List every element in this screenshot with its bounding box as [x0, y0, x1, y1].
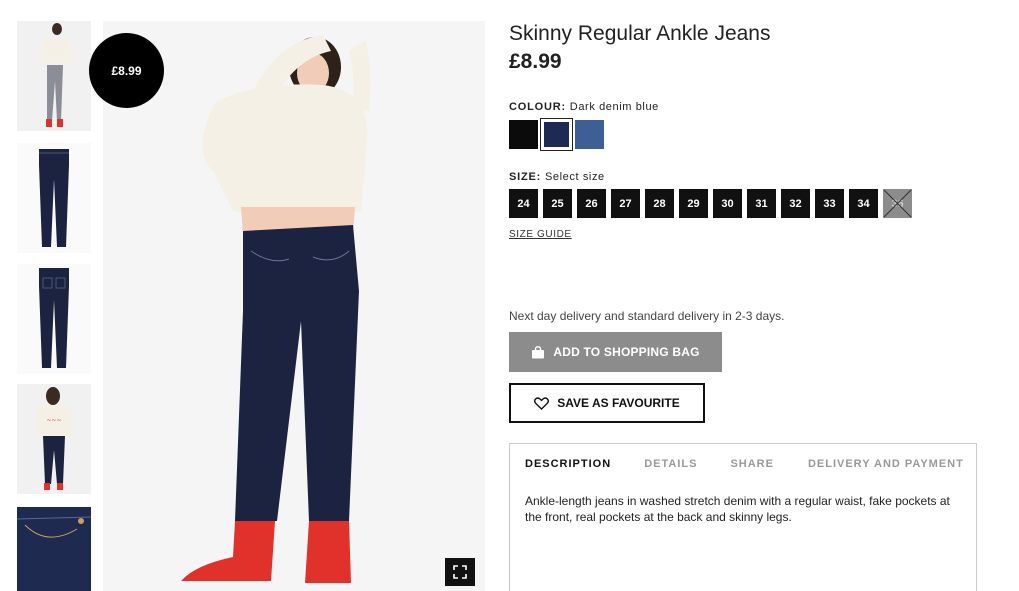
size-option[interactable]: 29	[679, 189, 708, 218]
tab-details[interactable]: DETAILS	[644, 458, 697, 470]
tab-bar: DESCRIPTION DETAILS SHARE DELIVERY AND P…	[510, 444, 976, 484]
size-option[interactable]: 28	[645, 189, 674, 218]
size-prompt: Select size	[544, 171, 605, 183]
jeans-back-thumb-image	[17, 264, 91, 374]
heart-icon	[534, 396, 550, 410]
swatch-denim-blue[interactable]	[575, 120, 604, 149]
size-option[interactable]: 27	[611, 189, 640, 218]
thumbnail-2[interactable]	[17, 143, 91, 253]
size-option[interactable]: 26	[577, 189, 606, 218]
thumbnail-4[interactable]: ~~~	[17, 384, 91, 494]
tab-description[interactable]: DESCRIPTION	[525, 458, 611, 470]
size-option[interactable]: 33	[815, 189, 844, 218]
size-option[interactable]: 32	[781, 189, 810, 218]
add-to-bag-label: ADD TO SHOPPING BAG	[553, 345, 700, 359]
size-option[interactable]: 31	[747, 189, 776, 218]
main-product-image[interactable]	[103, 21, 485, 591]
product-description: Ankle-length jeans in washed stretch den…	[525, 494, 950, 524]
swatch-dark-denim-blue[interactable]	[540, 118, 573, 151]
product-title: Skinny Regular Ankle Jeans	[509, 22, 771, 45]
size-row: SIZE: Select size	[509, 171, 605, 183]
size-label: SIZE:	[509, 171, 542, 183]
svg-text:~~~: ~~~	[46, 417, 61, 424]
thumbnail-5[interactable]	[17, 507, 91, 591]
model-wearing-jeans-image	[103, 21, 485, 591]
colour-label: COLOUR:	[509, 101, 566, 113]
product-price: £8.99	[509, 50, 562, 73]
colour-row: COLOUR: Dark denim blue	[509, 101, 659, 113]
jeans-front-thumb-image	[17, 143, 91, 253]
add-to-bag-button[interactable]: ADD TO SHOPPING BAG	[509, 332, 722, 372]
fullscreen-button[interactable]	[445, 558, 475, 586]
size-option[interactable]: 34	[849, 189, 878, 218]
swatch-black[interactable]	[509, 120, 538, 149]
tab-delivery-payment[interactable]: DELIVERY AND PAYMENT	[808, 458, 964, 470]
save-favourite-label: SAVE AS FAVOURITE	[557, 396, 680, 410]
model-back-thumb-image: ~~~	[17, 384, 91, 494]
tab-share[interactable]: SHARE	[730, 458, 774, 470]
unavailable-cross-icon	[883, 189, 912, 218]
size-option-unavailable[interactable]: 36	[883, 189, 912, 218]
size-option[interactable]: 24	[509, 189, 538, 218]
thumbnail-3[interactable]	[17, 264, 91, 374]
colour-selected-name: Dark denim blue	[569, 101, 659, 113]
fullscreen-icon	[453, 565, 467, 579]
denim-detail-thumb-image	[17, 507, 91, 591]
shopping-bag-icon	[532, 345, 545, 358]
model-front-thumb-image	[17, 21, 91, 131]
size-option[interactable]: 25	[543, 189, 572, 218]
colour-swatches	[509, 118, 604, 151]
size-options: 24 25 26 27 28 29 30 31 32 33 34 36	[509, 189, 912, 218]
size-guide-link[interactable]: SIZE GUIDE	[509, 229, 572, 240]
product-info-tabs: DESCRIPTION DETAILS SHARE DELIVERY AND P…	[509, 443, 977, 591]
size-option[interactable]: 30	[713, 189, 742, 218]
save-favourite-button[interactable]: SAVE AS FAVOURITE	[509, 383, 705, 423]
price-badge: £8.99	[89, 33, 164, 108]
thumbnail-1[interactable]	[17, 21, 91, 131]
delivery-info: Next day delivery and standard delivery …	[509, 309, 785, 323]
